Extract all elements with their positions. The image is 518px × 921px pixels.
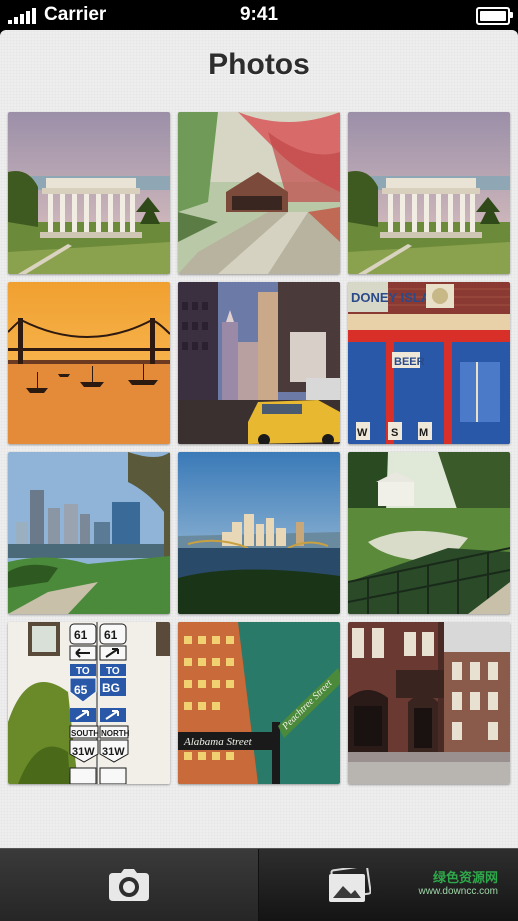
sign-text: 61 — [74, 628, 88, 642]
photo-park-fence[interactable] — [348, 452, 510, 614]
watermark-url: www.downcc.com — [418, 886, 498, 897]
photo-suspension-bridge-sunset[interactable] — [8, 282, 170, 444]
watermark: 绿色资源网 www.downcc.com — [419, 871, 498, 899]
photo-library-tab[interactable]: 绿色资源网 www.downcc.com — [259, 849, 518, 921]
sign-text: W — [357, 427, 368, 439]
sign-text: TO — [106, 666, 120, 677]
sign-text: Alabama Street — [183, 736, 253, 748]
clock: 9:41 — [239, 4, 279, 25]
photo-highway-signs[interactable]: 61 61 TO TO 65 BG SOUTH NORTH 31W 31W — [8, 622, 170, 784]
photo-street-signs[interactable]: Peachtree Street Alabama Street — [178, 622, 340, 784]
sign-text: 61 — [104, 628, 118, 642]
sign-text: BEER — [394, 356, 425, 368]
photo-colonnade-park-2[interactable] — [348, 112, 510, 274]
photos-screen: Photos DONEY ISLA BEER W S M 61 61 TO TO… — [0, 30, 518, 848]
sign-text: 31W — [72, 746, 95, 758]
sign-text: SOUTH — [71, 729, 99, 738]
camera-tab[interactable] — [0, 849, 259, 921]
watermark-text: 绿色资源网 — [432, 870, 498, 885]
photo-library-icon — [328, 868, 371, 902]
sign-text: S — [391, 427, 398, 439]
photo-brick-rowhouses[interactable] — [348, 622, 510, 784]
sign-text: NORTH — [101, 729, 130, 738]
sign-text: TO — [76, 666, 90, 677]
photo-city-skyline-park[interactable] — [8, 452, 170, 614]
photo-colonnade-park[interactable] — [8, 112, 170, 274]
camera-icon — [109, 869, 149, 901]
sign-text: 31W — [102, 746, 125, 758]
status-bar: Carrier 9:41 — [0, 0, 518, 30]
sign-text: DONEY ISLA — [351, 290, 431, 305]
photo-grid: DONEY ISLA BEER W S M 61 61 TO TO 65 BG … — [8, 112, 510, 784]
sign-text: M — [419, 427, 428, 439]
page-title: Photos — [208, 48, 310, 81]
tab-bar: 绿色资源网 www.downcc.com — [0, 848, 518, 921]
sign-text: 65 — [74, 683, 88, 697]
sign-text: BG — [102, 681, 120, 695]
photo-city-street-taxi[interactable] — [178, 282, 340, 444]
battery-icon — [476, 7, 513, 25]
photo-covered-bridge-road[interactable] — [178, 112, 340, 274]
photo-coney-island-storefront[interactable]: DONEY ISLA BEER W S M — [348, 282, 510, 444]
photo-pittsburgh-skyline[interactable] — [178, 452, 340, 614]
